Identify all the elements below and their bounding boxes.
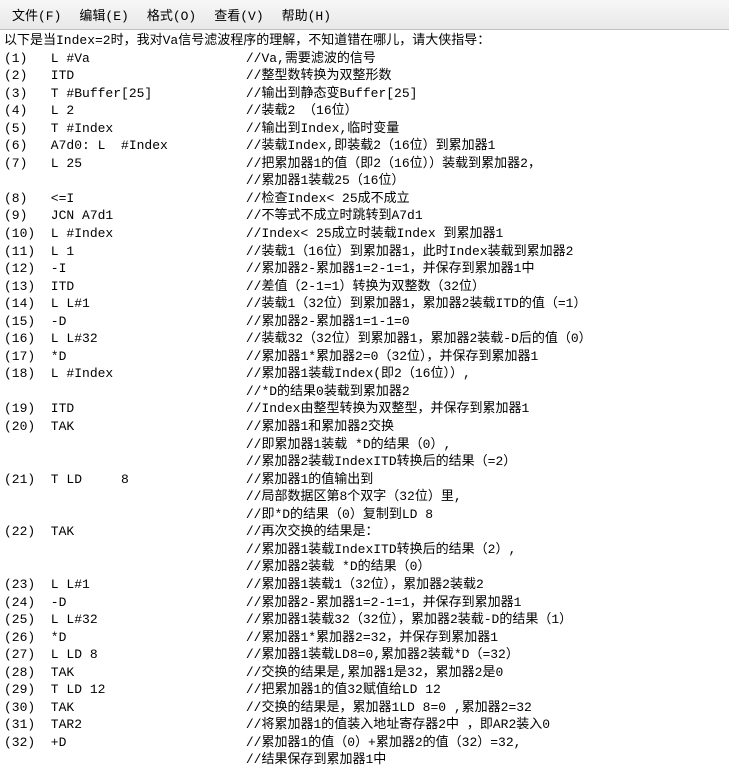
menu-help[interactable]: 帮助(H) <box>274 3 339 26</box>
menu-edit[interactable]: 编辑(E) <box>71 3 136 26</box>
text-content[interactable]: 以下是当Index=2时，我对Va信号滤波程序的理解，不知道错在哪儿，请大侠指导… <box>0 30 729 771</box>
menubar: 文件(F) 编辑(E) 格式(O) 查看(V) 帮助(H) <box>0 0 729 30</box>
menu-file[interactable]: 文件(F) <box>4 3 69 26</box>
code-block: (1) L #Va //Va,需要滤波的信号 (2) ITD //整型数转换为双… <box>4 51 592 768</box>
menu-format[interactable]: 格式(O) <box>139 3 204 26</box>
menu-view[interactable]: 查看(V) <box>206 3 271 26</box>
intro-text: 以下是当Index=2时，我对Va信号滤波程序的理解，不知道错在哪儿，请大侠指导… <box>4 33 490 48</box>
